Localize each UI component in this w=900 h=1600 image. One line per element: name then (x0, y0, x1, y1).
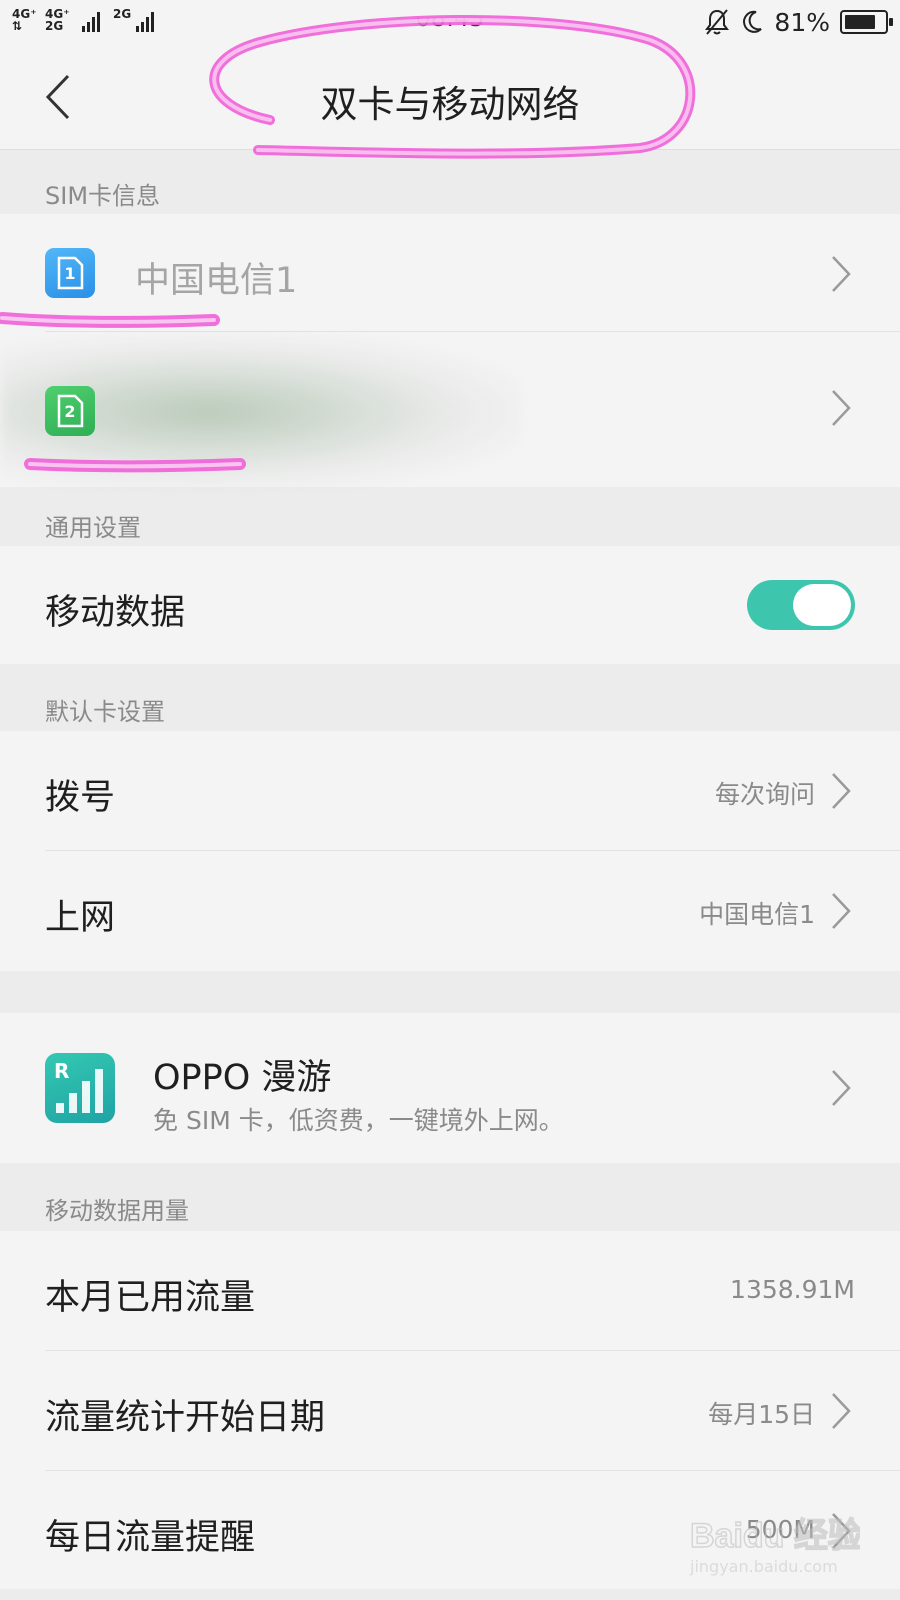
sim1-badge: 1 (64, 263, 76, 283)
internet-row[interactable]: 上网 中国电信1 (0, 851, 900, 971)
month-used-row: 本月已用流量 1358.91M (0, 1231, 900, 1351)
dial-row[interactable]: 拨号 每次询问 (0, 731, 900, 851)
toggle-knob (793, 584, 851, 626)
chevron-right-icon (832, 773, 851, 809)
daily-alert-value: 500M (745, 1515, 815, 1544)
sim1-row[interactable]: 1 中国电信1 (0, 214, 900, 332)
oppo-roaming-row[interactable]: R OPPO 漫游 免 SIM 卡，低资费，一键境外上网。 (0, 1013, 900, 1163)
start-date-row[interactable]: 流量统计开始日期 每月15日 (0, 1351, 900, 1471)
section-label-general: 通用设置 (45, 514, 141, 542)
daily-alert-row[interactable]: 每日流量提醒 500M (0, 1471, 900, 1589)
sim2-badge: 2 (64, 401, 76, 421)
mobile-data-row: 移动数据 (0, 546, 900, 664)
page-title: 双卡与移动网络 (320, 83, 580, 126)
battery-level (845, 15, 875, 29)
roaming-subtitle: 免 SIM 卡，低资费，一键境外上网。 (153, 1106, 564, 1135)
sim1-icon: 1 (45, 248, 95, 298)
sim2-row[interactable]: 2 (0, 332, 900, 487)
daily-alert-label: 每日流量提醒 (45, 1518, 256, 1558)
start-date-label: 流量统计开始日期 (45, 1398, 326, 1438)
mobile-data-label: 移动数据 (45, 593, 186, 633)
roaming-title: OPPO 漫游 (153, 1058, 332, 1098)
month-used-label: 本月已用流量 (45, 1278, 256, 1318)
dial-value: 每次询问 (714, 780, 815, 809)
internet-label: 上网 (45, 898, 116, 938)
battery-percent: 81% (774, 7, 830, 37)
roaming-signal-icon: R (45, 1053, 115, 1123)
dial-label: 拨号 (45, 778, 116, 818)
sim1-name: 中国电信1 (135, 261, 298, 301)
status-right: 81% (704, 6, 893, 38)
section-label-sim-info: SIM卡信息 (45, 182, 161, 210)
chevron-right-icon (832, 1070, 851, 1106)
chevron-right-icon (832, 1393, 851, 1429)
start-date-value: 每月15日 (708, 1400, 815, 1429)
chevron-right-icon (832, 256, 851, 292)
chevron-right-icon (832, 893, 851, 929)
sim2-icon: 2 (45, 386, 95, 436)
internet-value: 中国电信1 (699, 900, 815, 929)
chevron-right-icon (832, 1513, 851, 1549)
bell-muted-icon (705, 9, 730, 35)
status-bar: 4G⁺ ⇅ 4G⁺ 2G 2G 08:45 81% (0, 0, 900, 44)
section-label-default-card: 默认卡设置 (45, 698, 165, 726)
month-used-value: 1358.91M (730, 1275, 855, 1304)
chevron-right-icon (832, 390, 851, 426)
battery-icon (840, 10, 893, 34)
mobile-data-toggle[interactable] (747, 580, 855, 630)
moon-icon (743, 10, 763, 33)
app-header: 双卡与移动网络 (0, 44, 900, 150)
section-label-usage: 移动数据用量 (45, 1197, 189, 1225)
